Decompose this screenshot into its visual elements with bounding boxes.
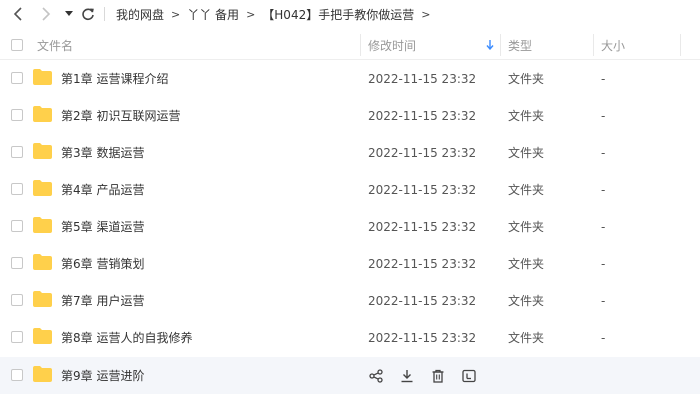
folder-icon (33, 106, 52, 122)
file-size: - (601, 293, 606, 308)
file-name[interactable]: 第8章 运营人的自我修养 (61, 319, 192, 356)
file-list-header: 文件名 修改时间 类型 大小 (0, 30, 700, 60)
row-checkbox[interactable] (11, 331, 23, 343)
column-divider (593, 34, 594, 56)
sort-down-arrow-icon[interactable] (486, 30, 494, 60)
file-name[interactable]: 第2章 初识互联网运营 (61, 97, 180, 134)
file-size: - (601, 145, 606, 160)
file-row[interactable]: 第3章 数据运营 2022-11-15 23:32 文件夹 - (0, 134, 700, 171)
file-name[interactable]: 第5章 渠道运营 (61, 208, 144, 245)
column-divider (360, 34, 361, 56)
column-header-name[interactable]: 文件名 (37, 30, 73, 60)
breadcrumb-separator: > (246, 7, 256, 21)
select-all-checkbox[interactable] (11, 39, 23, 51)
file-modified: 2022-11-15 23:32 (368, 145, 477, 160)
file-row[interactable]: 第6章 营销策划 2022-11-15 23:32 文件夹 - (0, 245, 700, 282)
row-checkbox[interactable] (11, 183, 23, 195)
column-divider (500, 34, 501, 56)
file-size: - (601, 219, 606, 234)
folder-icon (33, 143, 52, 159)
row-checkbox[interactable] (11, 294, 23, 306)
row-checkbox[interactable] (11, 369, 23, 381)
breadcrumb-separator: > (171, 7, 181, 21)
file-type: 文件夹 (508, 220, 545, 234)
breadcrumb-separator: > (421, 7, 431, 21)
breadcrumb: 我的网盘 > 丫丫 备用 > 【H042】手把手教你做运营 > (116, 0, 437, 28)
file-name[interactable]: 第6章 营销策划 (61, 245, 144, 282)
file-name[interactable]: 第4章 产品运营 (61, 171, 144, 208)
file-type: 文件夹 (508, 109, 545, 123)
file-modified: 2022-11-15 23:32 (368, 219, 477, 234)
column-divider (680, 34, 681, 56)
breadcrumb-item-backup[interactable]: 丫丫 备用 (187, 6, 239, 23)
column-header-modified[interactable]: 修改时间 (368, 30, 416, 60)
folder-icon (33, 366, 52, 382)
file-modified: 2022-11-15 23:32 (368, 71, 477, 86)
caret-down-icon (65, 11, 73, 16)
breadcrumb-item-current[interactable]: 【H042】手把手教你做运营 (262, 6, 414, 23)
file-modified: 2022-11-15 23:32 (368, 256, 477, 271)
file-type: 文件夹 (508, 72, 545, 86)
file-size: - (601, 108, 606, 123)
file-row[interactable]: 第4章 产品运营 2022-11-15 23:32 文件夹 - (0, 171, 700, 208)
file-size: - (601, 71, 606, 86)
refresh-icon (82, 8, 94, 21)
file-row[interactable]: 第2章 初识互联网运营 2022-11-15 23:32 文件夹 - (0, 97, 700, 134)
folder-icon (33, 328, 52, 344)
breadcrumb-item-my-drive[interactable]: 我的网盘 (116, 6, 164, 23)
refresh-button[interactable] (79, 0, 97, 28)
back-button[interactable] (9, 0, 27, 28)
file-modified: 2022-11-15 23:32 (368, 330, 477, 345)
more-icon[interactable] (461, 368, 477, 384)
file-name[interactable]: 第3章 数据运营 (61, 134, 144, 171)
row-checkbox[interactable] (11, 220, 23, 232)
file-type: 文件夹 (508, 146, 545, 160)
file-row[interactable]: 第7章 用户运营 2022-11-15 23:32 文件夹 - (0, 282, 700, 319)
download-icon[interactable] (399, 368, 415, 384)
file-name[interactable]: 第1章 运营课程介绍 (61, 60, 168, 97)
file-name[interactable]: 第7章 用户运营 (61, 282, 144, 319)
folder-icon (33, 69, 52, 85)
file-type: 文件夹 (508, 257, 545, 271)
file-name[interactable]: 第9章 运营进阶 (61, 357, 144, 394)
file-type: 文件夹 (508, 331, 545, 345)
column-header-size[interactable]: 大小 (601, 30, 625, 60)
delete-icon[interactable] (430, 368, 446, 384)
file-modified: 2022-11-15 23:32 (368, 182, 477, 197)
file-row[interactable]: 第8章 运营人的自我修养 2022-11-15 23:32 文件夹 - (0, 319, 700, 356)
file-modified: 2022-11-15 23:32 (368, 293, 477, 308)
chevron-left-icon (13, 7, 22, 21)
row-checkbox[interactable] (11, 146, 23, 158)
file-size: - (601, 182, 606, 197)
file-row-hovered[interactable]: 第9章 运营进阶 (0, 357, 700, 394)
column-header-type[interactable]: 类型 (508, 30, 532, 60)
file-type: 文件夹 (508, 294, 545, 308)
share-icon[interactable] (368, 368, 384, 384)
forward-button[interactable] (37, 0, 55, 28)
file-size: - (601, 256, 606, 271)
chevron-right-icon (42, 7, 51, 21)
toolbar-divider (104, 7, 105, 21)
file-modified: 2022-11-15 23:32 (368, 108, 477, 123)
file-row[interactable]: 第1章 运营课程介绍 2022-11-15 23:32 文件夹 - (0, 60, 700, 97)
toolbar: 我的网盘 > 丫丫 备用 > 【H042】手把手教你做运营 > (0, 0, 700, 28)
row-checkbox[interactable] (11, 257, 23, 269)
history-dropdown[interactable] (63, 0, 75, 28)
file-size: - (601, 330, 606, 345)
row-checkbox[interactable] (11, 72, 23, 84)
file-type: 文件夹 (508, 183, 545, 197)
row-checkbox[interactable] (11, 109, 23, 121)
row-actions (368, 357, 492, 394)
folder-icon (33, 180, 52, 196)
folder-icon (33, 217, 52, 233)
folder-icon (33, 254, 52, 270)
folder-icon (33, 291, 52, 307)
file-row[interactable]: 第5章 渠道运营 2022-11-15 23:32 文件夹 - (0, 208, 700, 245)
